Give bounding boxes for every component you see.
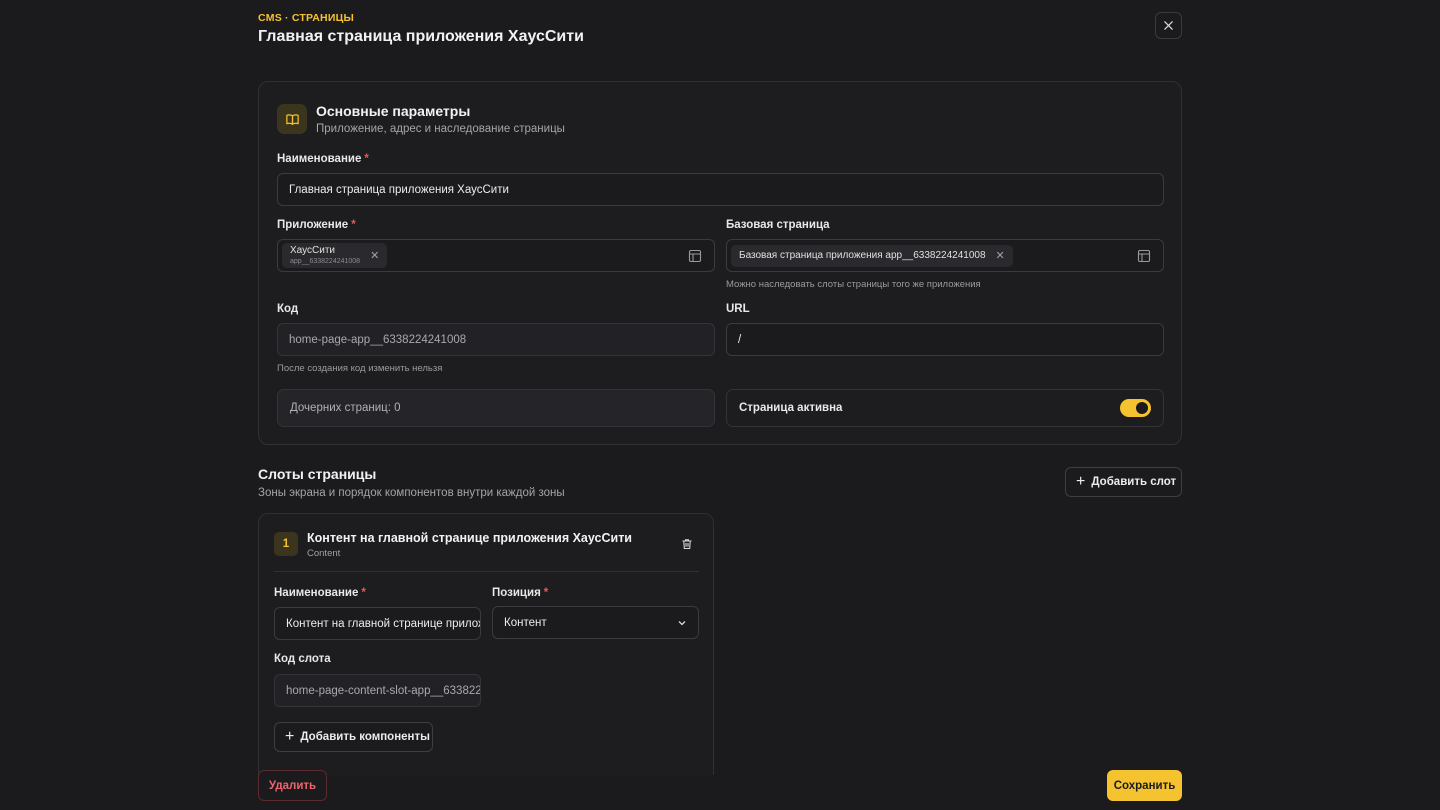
save-button[interactable]: Сохранить	[1107, 770, 1182, 801]
divider	[274, 571, 699, 572]
book-icon	[277, 104, 307, 134]
chevron-down-icon	[678, 620, 686, 625]
add-slot-label: Добавить слот	[1091, 476, 1177, 488]
slots-subtitle: Зоны экрана и порядок компонентов внутри…	[258, 487, 565, 499]
base-page-chip-label: Базовая страница приложения app__6338224…	[739, 250, 986, 261]
app-label: Приложение *	[277, 219, 356, 231]
app-chip: ХаусСити app__6338224241008 ✕	[282, 243, 388, 268]
url-input[interactable]: /	[726, 323, 1164, 356]
base-page-select[interactable]: Базовая страница приложения app__6338224…	[726, 239, 1164, 272]
slot-name-input[interactable]: Контент на главной странице приложения Х…	[274, 607, 481, 640]
app-chip-name: ХаусСити	[290, 245, 335, 256]
slot-code-label: Код слота	[274, 653, 331, 665]
base-page-hint: Можно наследовать слоты страницы того же…	[726, 279, 981, 290]
slot-name-label: Наименование *	[274, 587, 366, 599]
main-params-card: Основные параметры Приложение, адрес и н…	[258, 81, 1182, 445]
required-mark: *	[351, 219, 356, 231]
plus-icon: +	[1076, 473, 1086, 490]
active-label: Страница активна	[739, 402, 843, 414]
slot-subtitle: Content	[307, 548, 341, 559]
base-page-chip: Базовая страница приложения app__6338224…	[731, 244, 1013, 267]
table-picker-icon[interactable]	[1137, 249, 1151, 263]
url-label: URL	[726, 303, 750, 315]
add-slot-button[interactable]: + Добавить слот	[1065, 467, 1182, 497]
base-page-label: Базовая страница	[726, 219, 830, 231]
active-toggle[interactable]	[1120, 399, 1151, 417]
slot-title: Контент на главной странице приложения Х…	[307, 531, 632, 545]
add-components-button[interactable]: + Добавить компоненты	[274, 722, 433, 752]
slot-number: 1	[274, 532, 298, 556]
table-picker-icon[interactable]	[688, 249, 702, 263]
remove-chip-icon[interactable]: ✕	[370, 249, 379, 262]
slot-card: 1 Контент на главной странице приложения…	[258, 513, 714, 775]
code-label: Код	[277, 303, 299, 315]
code-input: home-page-app__6338224241008	[277, 323, 715, 356]
close-icon	[1164, 21, 1173, 30]
plus-icon: +	[285, 728, 295, 745]
delete-button[interactable]: Удалить	[258, 770, 327, 801]
slot-position-label: Позиция *	[492, 587, 549, 599]
slots-title: Слоты страницы	[258, 466, 377, 482]
slot-code-input: home-page-content-slot-app__633822424100…	[274, 674, 481, 707]
active-toggle-row: Страница активна	[726, 389, 1164, 427]
close-button[interactable]	[1155, 12, 1182, 39]
app-chip-code: app__6338224241008	[290, 258, 361, 265]
remove-chip-icon[interactable]: ✕	[996, 249, 1005, 262]
required-mark: *	[364, 153, 369, 165]
page-editor: CMS · СТРАНИЦЫ Главная страница приложен…	[0, 0, 1440, 810]
code-hint: После создания код изменить нельзя	[277, 363, 443, 374]
section-title: Основные параметры	[316, 103, 471, 119]
children-count: Дочерних страниц: 0	[277, 389, 715, 427]
trash-icon[interactable]	[681, 538, 693, 550]
required-mark: *	[543, 587, 549, 599]
name-input[interactable]: Главная страница приложения ХаусСити	[277, 173, 1164, 206]
slot-position-value: Контент	[504, 616, 547, 629]
required-mark: *	[361, 587, 366, 599]
slot-position-select[interactable]: Контент	[492, 606, 699, 639]
breadcrumb: CMS · СТРАНИЦЫ	[258, 12, 354, 24]
section-subtitle: Приложение, адрес и наследование страниц…	[316, 123, 565, 135]
name-label: Наименование *	[277, 153, 369, 165]
page-title: Главная страница приложения ХаусСити	[258, 28, 584, 45]
add-components-label: Добавить компоненты	[300, 731, 430, 743]
app-select[interactable]: ХаусСити app__6338224241008 ✕	[277, 239, 715, 272]
